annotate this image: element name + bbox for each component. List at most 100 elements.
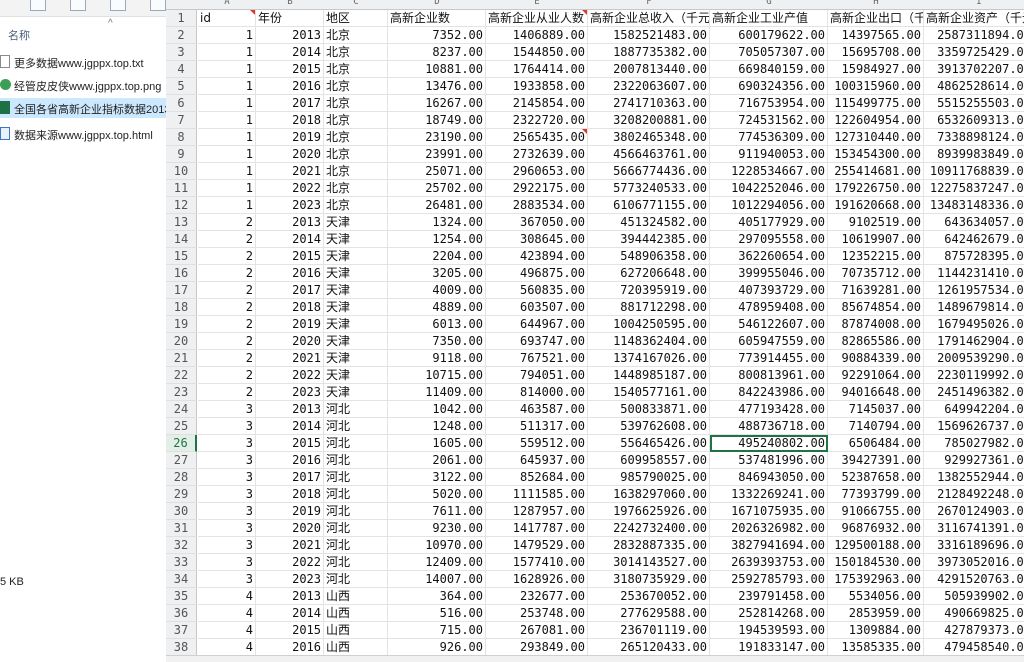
table-cell[interactable]: 天津 [324, 282, 388, 299]
table-cell[interactable]: 26481.00 [388, 197, 486, 214]
table-cell[interactable]: 1671075935.00 [710, 503, 828, 520]
table-cell[interactable]: 14007.00 [388, 571, 486, 588]
row-number[interactable]: 20 [166, 333, 197, 350]
table-cell[interactable]: 1332269241.00 [710, 486, 828, 503]
table-cell[interactable]: 1582521483.00 [588, 27, 710, 44]
table-cell[interactable]: 北京 [324, 129, 388, 146]
table-cell[interactable]: 4 [198, 605, 256, 622]
table-cell[interactable]: 7145037.00 [828, 401, 924, 418]
table-cell[interactable]: 6532609313.00 [924, 112, 1024, 129]
table-cell[interactable]: 2230119992.00 [924, 367, 1024, 384]
table-cell[interactable]: 2 [198, 265, 256, 282]
table-cell[interactable]: 3 [198, 401, 256, 418]
row-number[interactable]: 8 [166, 129, 197, 146]
table-cell[interactable]: 2018 [256, 112, 324, 129]
table-cell[interactable]: 605947559.00 [710, 333, 828, 350]
table-cell[interactable]: 394442385.00 [588, 231, 710, 248]
table-cell[interactable]: 天津 [324, 384, 388, 401]
table-cell[interactable]: 774536309.00 [710, 129, 828, 146]
table-cell[interactable]: 1 [198, 197, 256, 214]
table-cell[interactable]: 423894.00 [486, 248, 588, 265]
row-number[interactable]: 7 [166, 112, 197, 129]
table-cell[interactable]: 北京 [324, 163, 388, 180]
table-cell[interactable]: 16267.00 [388, 95, 486, 112]
table-cell[interactable]: 3802465348.00 [588, 129, 710, 146]
row-number[interactable]: 21 [166, 350, 197, 367]
table-cell[interactable]: 785027982.00 [924, 435, 1024, 452]
table-cell[interactable]: 2014 [256, 418, 324, 435]
table-cell[interactable]: 1577410.00 [486, 554, 588, 571]
table-cell[interactable]: 2026326982.00 [710, 520, 828, 537]
table-cell[interactable]: 23190.00 [388, 129, 486, 146]
table-cell[interactable]: 2014 [256, 44, 324, 61]
row-number[interactable]: 6 [166, 95, 197, 112]
table-cell[interactable]: 天津 [324, 248, 388, 265]
row-number[interactable]: 13 [166, 214, 197, 231]
table-cell[interactable]: 463587.00 [486, 401, 588, 418]
header-cell[interactable]: id [198, 10, 256, 27]
table-cell[interactable]: 2 [198, 367, 256, 384]
table-cell[interactable]: 1042.00 [388, 401, 486, 418]
row-number[interactable]: 24 [166, 401, 197, 418]
table-cell[interactable]: 3827941694.00 [710, 537, 828, 554]
row-number[interactable]: 11 [166, 180, 197, 197]
table-cell[interactable]: 3 [198, 469, 256, 486]
table-cell[interactable]: 1679495026.00 [924, 316, 1024, 333]
table-cell[interactable]: 25071.00 [388, 163, 486, 180]
row-number[interactable]: 27 [166, 452, 197, 469]
table-cell[interactable]: 2015 [256, 61, 324, 78]
table-cell[interactable]: 2883534.00 [486, 197, 588, 214]
table-cell[interactable]: 191833147.00 [710, 639, 828, 656]
table-cell[interactable]: 18749.00 [388, 112, 486, 129]
table-cell[interactable]: 846943050.00 [710, 469, 828, 486]
header-cell[interactable]: 高新企业工业产值 [710, 10, 828, 27]
table-cell[interactable]: 1254.00 [388, 231, 486, 248]
header-cell[interactable]: 年份 [256, 10, 324, 27]
table-cell[interactable]: 3913702207.00 [924, 61, 1024, 78]
table-cell[interactable]: 842243986.00 [710, 384, 828, 401]
table-cell[interactable]: 1004250595.00 [588, 316, 710, 333]
table-cell[interactable]: 2639393753.00 [710, 554, 828, 571]
table-cell[interactable]: 3 [198, 435, 256, 452]
table-cell[interactable]: 427879373.00 [924, 622, 1024, 639]
table-cell[interactable]: 90884339.00 [828, 350, 924, 367]
table-cell[interactable]: 1 [198, 163, 256, 180]
table-cell[interactable]: 96876932.00 [828, 520, 924, 537]
table-cell[interactable]: 天津 [324, 333, 388, 350]
table-cell[interactable]: 10881.00 [388, 61, 486, 78]
table-cell[interactable]: 505939902.00 [924, 588, 1024, 605]
column-header-name[interactable]: 名称 ^ [0, 18, 166, 46]
table-cell[interactable]: 1309884.00 [828, 622, 924, 639]
table-cell[interactable]: 716753954.00 [710, 95, 828, 112]
comment-marker-icon[interactable] [582, 10, 587, 15]
table-cell[interactable]: 2 [198, 248, 256, 265]
table-cell[interactable]: 北京 [324, 95, 388, 112]
table-cell[interactable]: 10911768839.00 [924, 163, 1024, 180]
table-cell[interactable]: 194539593.00 [710, 622, 828, 639]
table-cell[interactable]: 451324582.00 [588, 214, 710, 231]
table-cell[interactable]: 1764414.00 [486, 61, 588, 78]
table-cell[interactable]: 367050.00 [486, 214, 588, 231]
table-cell[interactable]: 603507.00 [486, 299, 588, 316]
table-cell[interactable]: 河北 [324, 571, 388, 588]
table-cell[interactable]: 1287957.00 [486, 503, 588, 520]
table-cell[interactable]: 70735712.00 [828, 265, 924, 282]
table-cell[interactable]: 767521.00 [486, 350, 588, 367]
table-cell[interactable]: 1479529.00 [486, 537, 588, 554]
table-cell[interactable]: 3122.00 [388, 469, 486, 486]
table-cell[interactable]: 5773240533.00 [588, 180, 710, 197]
table-cell[interactable]: 2021 [256, 537, 324, 554]
table-cell[interactable]: 北京 [324, 44, 388, 61]
table-cell[interactable]: 2145854.00 [486, 95, 588, 112]
column-letter[interactable]: B [256, 0, 324, 7]
row-number[interactable]: 18 [166, 299, 197, 316]
table-cell[interactable]: 2322720.00 [486, 112, 588, 129]
table-cell[interactable]: 881712298.00 [588, 299, 710, 316]
table-cell[interactable]: 478959408.00 [710, 299, 828, 316]
table-cell[interactable]: 479458540.00 [924, 639, 1024, 656]
table-cell[interactable]: 2020 [256, 146, 324, 163]
row-number[interactable]: 16 [166, 265, 197, 282]
table-cell[interactable]: 715.00 [388, 622, 486, 639]
table-cell[interactable]: 794051.00 [486, 367, 588, 384]
table-cell[interactable]: 2 [198, 231, 256, 248]
